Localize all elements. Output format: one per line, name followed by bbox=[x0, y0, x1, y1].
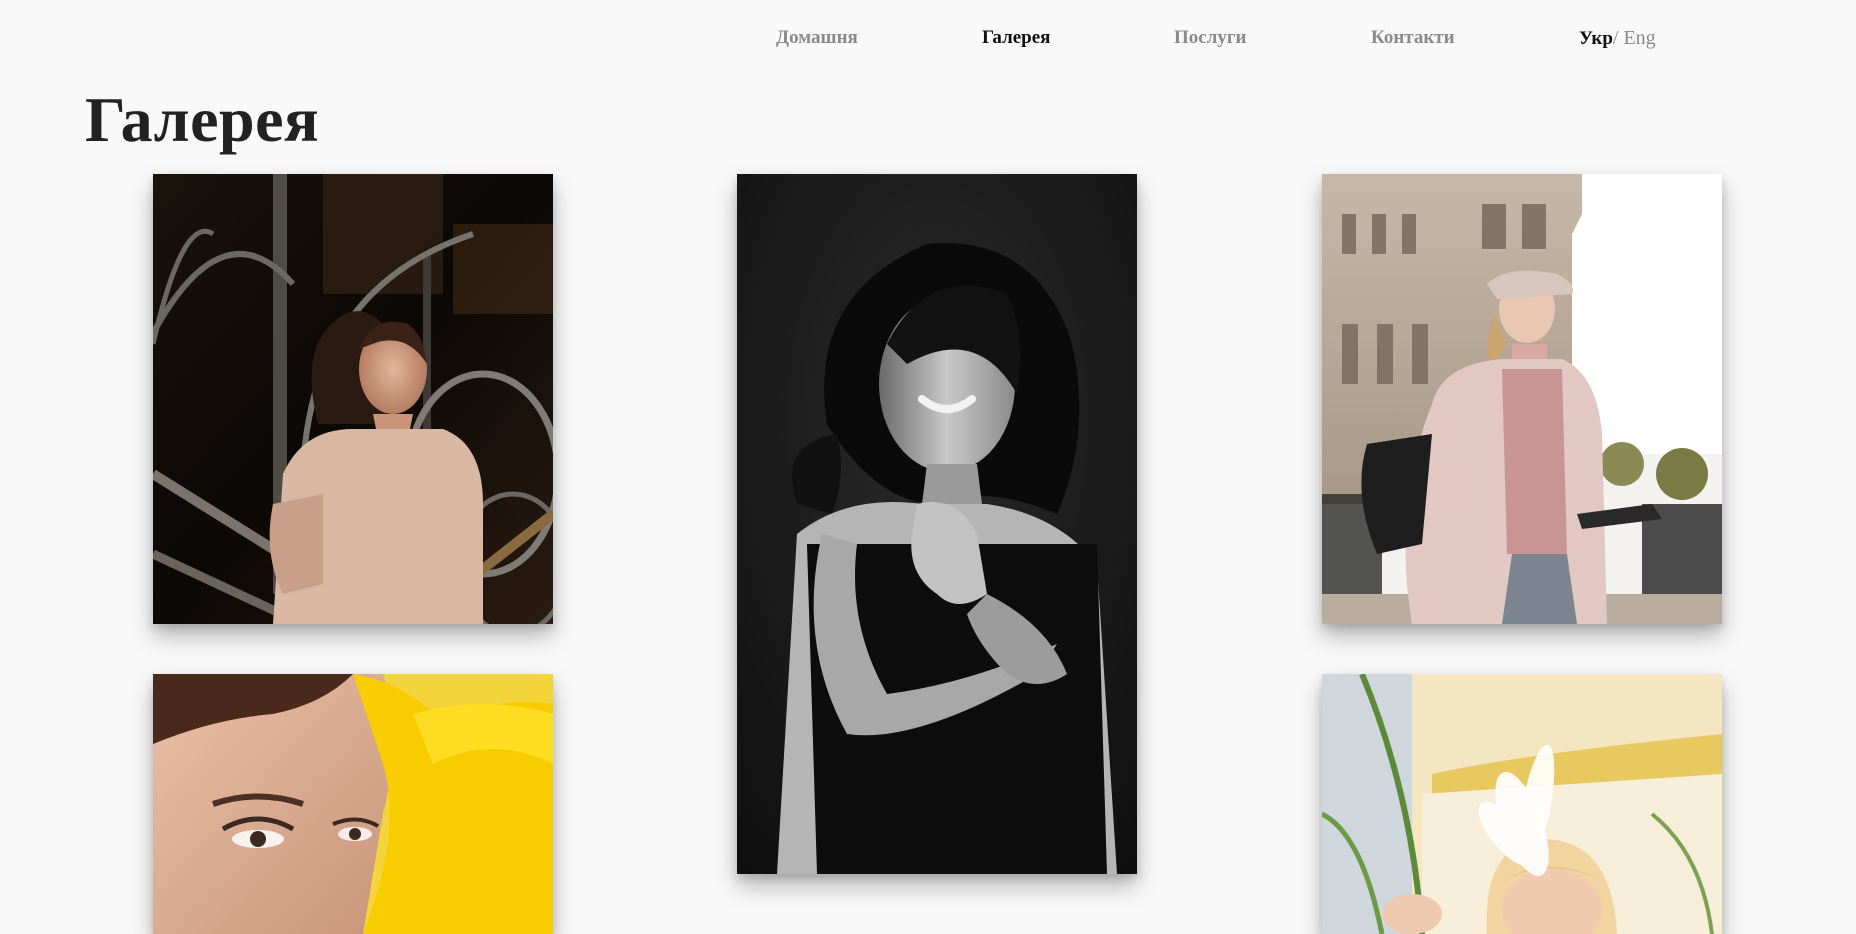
gallery-photo-city-bicycle[interactable] bbox=[1322, 174, 1722, 624]
gallery-photo-feather[interactable] bbox=[1322, 674, 1722, 934]
photo-feather-image bbox=[1322, 674, 1722, 934]
nav-link-home[interactable]: Домашня bbox=[776, 26, 858, 50]
nav-link-services[interactable]: Послуги bbox=[1174, 26, 1246, 50]
top-nav: Домашня Галерея Послуги Контакти Укр/ En… bbox=[0, 0, 1856, 76]
photo-staircase-image bbox=[153, 174, 553, 624]
photo-city-bicycle-image bbox=[1322, 174, 1722, 624]
gallery-photo-bw-portrait[interactable] bbox=[737, 174, 1137, 874]
nav-link-gallery[interactable]: Галерея bbox=[982, 26, 1050, 50]
language-switcher: Укр/ Eng bbox=[1579, 26, 1656, 51]
photo-bw-portrait-image bbox=[737, 174, 1137, 874]
photo-yellow-sleeve-image bbox=[153, 674, 553, 934]
lang-separator: / bbox=[1612, 27, 1624, 49]
lang-eng-link[interactable]: Eng bbox=[1623, 27, 1655, 49]
nav-link-contacts[interactable]: Контакти bbox=[1371, 26, 1455, 50]
gallery-photo-yellow-sleeve[interactable] bbox=[153, 674, 553, 934]
lang-ukr-link[interactable]: Укр bbox=[1579, 28, 1613, 49]
gallery-photo-staircase[interactable] bbox=[153, 174, 553, 624]
page-title: Галерея bbox=[85, 84, 320, 155]
